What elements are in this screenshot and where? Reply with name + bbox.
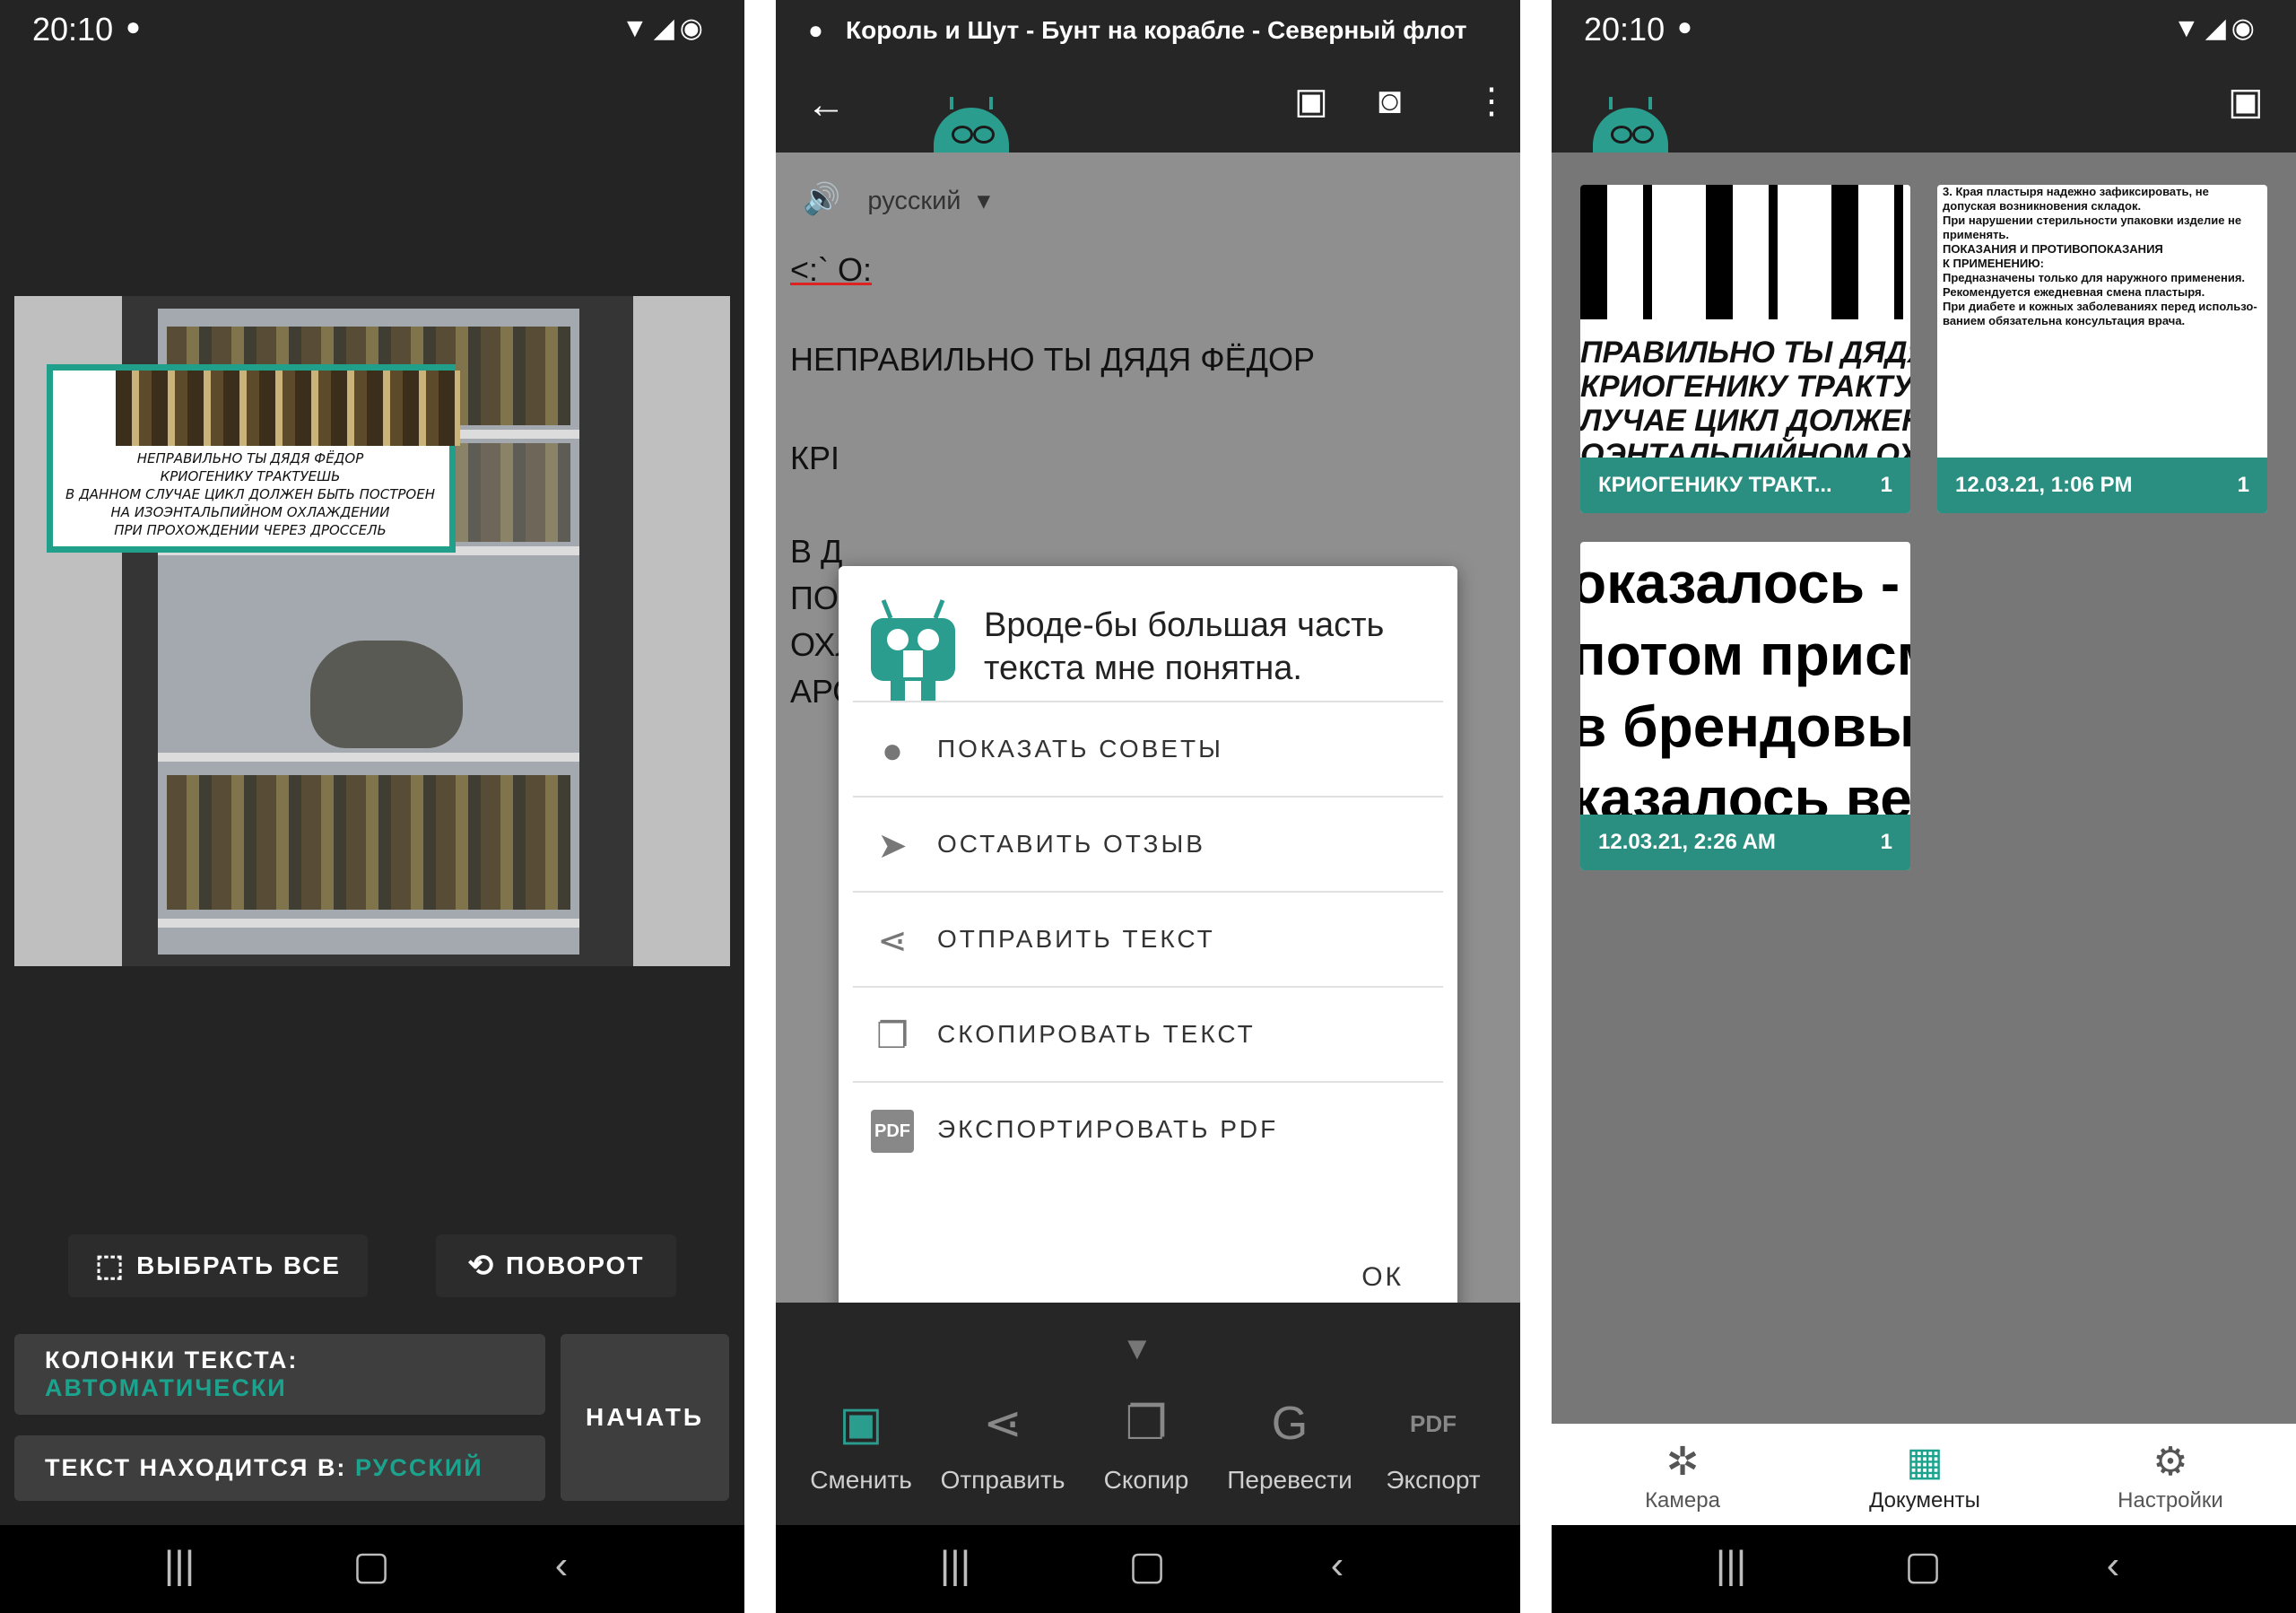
document-card[interactable]: оказалось - б потом присм в брендовы каз…: [1580, 542, 1910, 870]
copy-action[interactable]: ❐ Скопир: [1079, 1392, 1213, 1495]
card-preview: 3. Края пластыря надежно зафиксировать, …: [1943, 185, 2257, 327]
start-button[interactable]: НАЧАТЬ: [561, 1334, 729, 1501]
result-app-bar: ● Король и Шут - Бунт на корабле - Север…: [776, 0, 1520, 153]
leave-feedback-item[interactable]: ➤ ОСТАВИТЬ ОТЗЫВ: [853, 796, 1443, 893]
rotate-icon: ⟲: [467, 1249, 496, 1283]
nav-settings[interactable]: ⚙ Настройки: [2081, 1440, 2260, 1513]
card-preview: оказалось - б потом присм в брендовы каз…: [1580, 551, 1910, 831]
rotate-button[interactable]: ⟲ ПОВОРОТ: [436, 1234, 676, 1297]
language-selector[interactable]: 🔊 русский ▾: [803, 181, 990, 217]
card-preview: ПРАВИЛЬНО ТЫ ДЯДЯ ФЁДОР КРИОГЕНИКУ ТРАКТ…: [1580, 336, 1910, 472]
home-icon[interactable]: ▢: [1887, 1543, 1959, 1589]
pdf-icon: PDF: [871, 1110, 914, 1153]
action-bar: ▼ ▣ Сменить ⋖ Отправить ❐ Скопир G Перев…: [776, 1303, 1520, 1525]
signal-icons: ▼◢◉: [622, 13, 709, 43]
robot-mascot-icon: [871, 599, 955, 701]
ocr-line: <:` О:: [790, 251, 873, 288]
share-icon: ⋖: [877, 921, 908, 961]
card-footer: КРИОГЕНИКУ ТРАКТ... 1: [1580, 458, 1910, 513]
system-nav-bar: ||| ▢ ‹: [776, 1525, 1520, 1613]
copy-text-item[interactable]: ❐ СКОПИРОВАТЬ ТЕКСТ: [853, 986, 1443, 1083]
status-time: 20:10: [32, 11, 114, 48]
result-screen: ● Король и Шут - Бунт на корабле - Север…: [776, 0, 1520, 1613]
select-all-icon: ⬚: [95, 1249, 126, 1283]
ocr-line: ПО: [790, 580, 839, 616]
back-icon[interactable]: ‹: [526, 1543, 597, 1588]
documents-app-bar: 20:10 ● ▼◢◉ ▣: [1552, 0, 2296, 153]
back-icon[interactable]: ‹: [1301, 1543, 1373, 1588]
ocr-result: 🔊 русский ▾ <:` О: НЕПРАВИЛЬНО ТЫ ДЯДЯ Ф…: [776, 153, 1520, 1320]
share-icon: ⋖: [983, 1398, 1022, 1450]
recents-icon[interactable]: |||: [919, 1543, 991, 1588]
crop-selection[interactable]: НЕПРАВИЛЬНО ТЫ ДЯДЯ ФЁДОР КРИОГЕНИКУ ТРА…: [47, 364, 460, 553]
translate-action[interactable]: G Перевести: [1222, 1392, 1357, 1495]
copy-icon: ❐: [1125, 1398, 1168, 1450]
card-footer: 12.03.21, 2:26 AM 1: [1580, 815, 1910, 870]
camera-icon[interactable]: ◙: [1378, 79, 1401, 122]
notification-title: Король и Шут - Бунт на корабле - Северны…: [846, 16, 1467, 44]
change-action[interactable]: ▣ Сменить: [794, 1392, 928, 1495]
export-pdf-item[interactable]: PDF ЭКСПОРТИРОВАТЬ PDF: [853, 1081, 1443, 1178]
signal-icons: ▼◢◉: [2173, 13, 2260, 43]
send-text-item[interactable]: ⋖ ОТПРАВИТЬ ТЕКСТ: [853, 891, 1443, 988]
send-action[interactable]: ⋖ Отправить: [935, 1392, 1070, 1495]
image-icon: ▣: [839, 1398, 883, 1450]
select-all-button[interactable]: ⬚ ВЫБРАТЬ ВСЕ: [68, 1234, 368, 1297]
documents-screen: 20:10 ● ▼◢◉ ▣ ПРАВИЛЬНО ТЫ ДЯДЯ ФЁДОР КР…: [1552, 0, 2296, 1613]
copy-icon: ❐: [876, 1016, 909, 1056]
home-icon[interactable]: ▢: [335, 1543, 407, 1589]
back-icon[interactable]: ‹: [2077, 1543, 2149, 1588]
cat-image: [310, 641, 463, 748]
nav-documents[interactable]: ▦ Документы: [1835, 1440, 2014, 1513]
ocr-line: КРІ: [790, 440, 839, 476]
status-bar: 20:10 ● ▼◢◉: [0, 0, 744, 56]
show-tips-item[interactable]: ● ПОКАЗАТЬ СОВЕТЫ: [853, 701, 1443, 798]
more-icon[interactable]: ⋮: [1474, 81, 1509, 122]
recording-icon: ●: [1677, 13, 1692, 40]
system-nav-bar: ||| ▢ ‹: [1552, 1525, 2296, 1613]
translate-icon: G: [1271, 1398, 1309, 1450]
dialog-title: Вроде-бы большая часть текста мне понятн…: [984, 606, 1385, 687]
lightbulb-icon: ●: [881, 731, 904, 771]
collapse-arrow-icon[interactable]: ▼: [1121, 1330, 1153, 1367]
ok-button[interactable]: ОК: [1361, 1262, 1404, 1293]
back-arrow-icon[interactable]: ←: [806, 83, 846, 127]
feedback-dialog: Вроде-бы большая часть текста мне понятн…: [839, 566, 1457, 1320]
card-footer: 12.03.21, 1:06 PM 1: [1937, 458, 2267, 513]
dropdown-icon: ▾: [977, 187, 991, 215]
pdf-icon: PDF: [1410, 1410, 1457, 1437]
crop-text: НЕПРАВИЛЬНО ТЫ ДЯДЯ ФЁДОР КРИОГЕНИКУ ТРА…: [65, 450, 435, 538]
nav-camera[interactable]: ✲ Камера: [1593, 1440, 1772, 1513]
status-bar: 20:10 ● ▼◢◉: [1552, 0, 2296, 56]
dashboard-icon: ▦: [1906, 1440, 1944, 1484]
recents-icon[interactable]: |||: [144, 1543, 215, 1588]
home-icon[interactable]: ▢: [1111, 1543, 1183, 1589]
ocr-line: В Д: [790, 533, 843, 570]
recents-icon[interactable]: |||: [1695, 1543, 1767, 1588]
aperture-icon: ✲: [1665, 1440, 1700, 1484]
system-nav-bar: ||| ▢ ‹: [0, 1525, 744, 1613]
text-language-option[interactable]: ТЕКСТ НАХОДИТСЯ В: РУССКИЙ: [14, 1435, 545, 1501]
document-card[interactable]: 3. Края пластыря надежно зафиксировать, …: [1937, 185, 2267, 513]
status-time: 20:10: [1584, 11, 1665, 48]
recording-icon: ●: [808, 16, 823, 44]
image-icon[interactable]: ▣: [1294, 81, 1328, 122]
ocr-line: НЕПРАВИЛЬНО ТЫ ДЯДЯ ФЁДОР: [790, 341, 1316, 378]
speaker-icon[interactable]: 🔊: [803, 182, 840, 216]
gear-icon: ⚙: [2152, 1440, 2188, 1484]
export-action[interactable]: PDF Экспорт: [1366, 1392, 1500, 1495]
send-icon: ➤: [877, 826, 908, 866]
text-columns-option[interactable]: КОЛОНКИ ТЕКСТА: АВТОМАТИЧЕСКИ: [14, 1334, 545, 1415]
document-card[interactable]: ПРАВИЛЬНО ТЫ ДЯДЯ ФЁДОР КРИОГЕНИКУ ТРАКТ…: [1580, 185, 1910, 513]
bottom-navigation: ✲ Камера ▦ Документы ⚙ Настройки: [1552, 1424, 2296, 1525]
mascot-icon: [934, 97, 1009, 153]
mascot-icon: [1593, 97, 1668, 153]
crop-screen: 20:10 ● ▼◢◉ НЕПРАВИЛЬНО ТЫ ДЯДЯ ФЁДОР КР…: [0, 0, 744, 1613]
image-icon[interactable]: ▣: [2228, 79, 2264, 123]
recording-icon: ●: [126, 13, 141, 40]
